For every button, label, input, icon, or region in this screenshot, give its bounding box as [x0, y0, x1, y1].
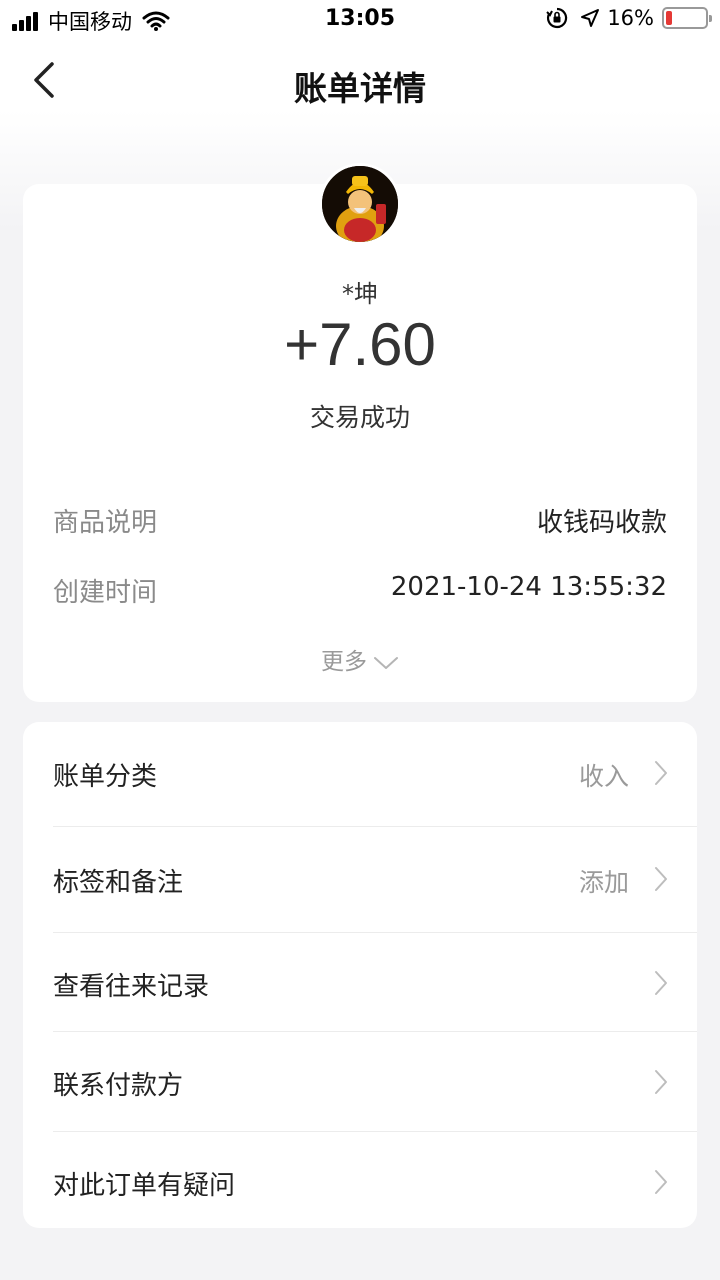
list-item-label: 对此订单有疑问 — [53, 1171, 236, 1201]
chevron-down-icon — [374, 656, 398, 669]
detail-value: 收钱码收款 — [536, 508, 667, 538]
list-item-label: 账单分类 — [53, 762, 158, 792]
bill-detail-page: 中国移动 13:05 16% 账单详情 *坤 +7.60 交易成功 商品说明 收… — [0, 0, 720, 1280]
list-item-label: 标签和备注 — [53, 868, 184, 898]
transaction-amount: +7.60 — [284, 311, 436, 378]
location-icon — [581, 9, 600, 27]
transaction-status: 交易成功 — [309, 403, 410, 432]
more-details-button[interactable]: 更多 — [23, 642, 697, 676]
battery-icon — [662, 7, 712, 29]
detail-row-created-time: 创建时间 2021-10-24 13:55:32 — [53, 572, 667, 612]
detail-key: 创建时间 — [53, 578, 158, 608]
chevron-right-icon — [655, 971, 667, 995]
orientation-lock-icon — [546, 7, 568, 29]
chevron-right-icon — [655, 867, 667, 891]
list-item-contact-payer[interactable]: 联系付款方 — [53, 1031, 697, 1131]
list-item-label: 查看往来记录 — [53, 972, 210, 1002]
chevron-right-icon — [655, 1070, 667, 1094]
page-title: 账单详情 — [294, 69, 426, 108]
list-item-bill-category[interactable]: 账单分类 收入 — [53, 722, 697, 822]
chevron-right-icon — [655, 1170, 667, 1194]
chevron-right-icon — [655, 761, 667, 785]
list-item-tags-notes[interactable]: 标签和备注 添加 — [53, 828, 697, 928]
payer-name: *坤 — [342, 280, 378, 308]
battery-percentage: 16% — [607, 6, 654, 30]
list-item-value: 收入 — [578, 762, 629, 791]
detail-value: 2021-10-24 13:55:32 — [390, 572, 667, 602]
list-item-label: 联系付款方 — [53, 1071, 184, 1101]
battery-level — [666, 11, 672, 25]
list-item-order-question[interactable]: 对此订单有疑问 — [53, 1131, 697, 1231]
transaction-summary-card: *坤 +7.60 交易成功 商品说明 收钱码收款 创建时间 2021-10-24… — [23, 163, 697, 702]
payer-avatar[interactable] — [319, 163, 401, 245]
actions-card: 账单分类 收入 标签和备注 添加 查看往来记录 联系付款方 对此订单有疑问 — [23, 722, 697, 1228]
detail-key: 商品说明 — [53, 508, 158, 538]
nav-bar: 账单详情 — [0, 50, 720, 114]
more-label: 更多 — [321, 649, 367, 675]
detail-row-product: 商品说明 收钱码收款 — [53, 502, 667, 542]
divider — [53, 826, 697, 827]
list-item-transaction-history[interactable]: 查看往来记录 — [53, 932, 697, 1032]
avatar-image — [322, 166, 398, 242]
status-bar: 中国移动 13:05 16% — [0, 0, 720, 40]
list-item-value: 添加 — [578, 868, 629, 897]
